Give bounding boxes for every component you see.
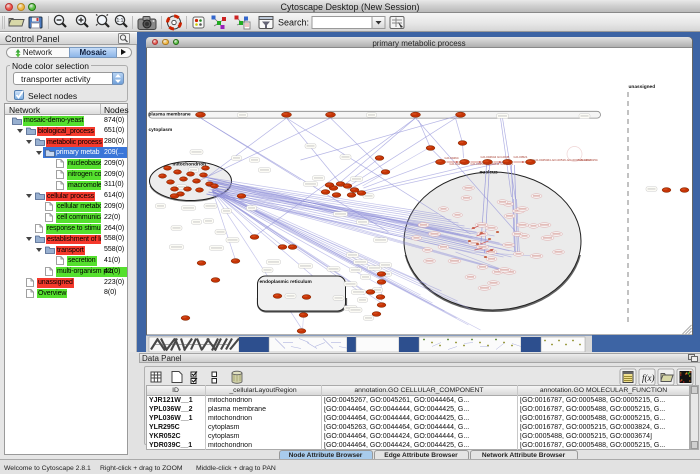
svg-text:unassigned: unassigned bbox=[628, 84, 655, 90]
svg-text:endoplasmic reticulum: endoplasmic reticulum bbox=[259, 279, 311, 285]
svg-text:1:1: 1:1 bbox=[117, 18, 124, 24]
svg-text:cytoplasm: cytoplasm bbox=[148, 127, 172, 133]
svg-text:Search:: Search: bbox=[278, 18, 309, 28]
svg-text:GO-044: GO-044 bbox=[449, 162, 460, 166]
svg-text:mitochondrion: mitochondrion bbox=[172, 162, 206, 168]
svg-text:GO-00521: GO-00521 bbox=[513, 155, 527, 159]
svg-text:GO-00454 GO-00844: GO-00454 GO-00844 bbox=[470, 162, 499, 166]
svg-text:GO-00464: GO-00464 bbox=[444, 156, 458, 160]
svg-text:GO-004644 GO-0045: GO-004644 GO-0045 bbox=[480, 155, 509, 159]
svg-text:GO-0154: GO-0154 bbox=[500, 162, 513, 166]
svg-text:plasma membrane: plasma membrane bbox=[148, 112, 190, 118]
svg-text:f(x): f(x) bbox=[642, 373, 655, 383]
